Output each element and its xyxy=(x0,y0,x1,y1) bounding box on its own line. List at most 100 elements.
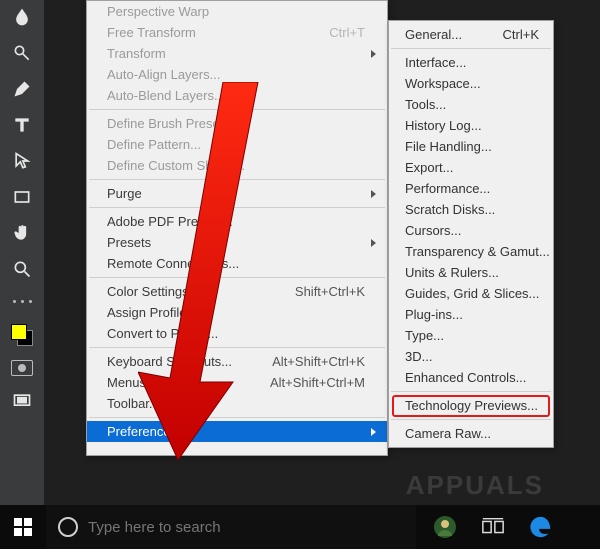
submenu-item[interactable]: Tools... xyxy=(389,94,553,115)
watermark: APPUALS xyxy=(406,470,544,501)
menu-item-label: Preferences xyxy=(107,424,177,439)
menu-item: Auto-Align Layers... xyxy=(87,64,387,85)
menu-item-shortcut: Shift+Ctrl+K xyxy=(295,284,365,299)
menu-item[interactable]: Presets xyxy=(87,232,387,253)
type-tool-icon[interactable] xyxy=(11,114,33,136)
submenu-item[interactable]: Enhanced Controls... xyxy=(389,367,553,388)
menu-separator xyxy=(391,391,551,392)
submenu-item-label: Export... xyxy=(405,160,453,175)
screen-mode-icon[interactable] xyxy=(11,390,33,412)
menu-item: Define Pattern... xyxy=(87,134,387,155)
menu-item-label: Toolbar... xyxy=(107,396,160,411)
menu-item-label: Auto-Blend Layers... xyxy=(107,88,225,103)
color-swatch[interactable] xyxy=(11,324,33,346)
task-view-icon[interactable] xyxy=(480,514,506,540)
blur-tool-icon[interactable] xyxy=(11,6,33,28)
submenu-item[interactable]: Transparency & Gamut... xyxy=(389,241,553,262)
preferences-submenu: General...Ctrl+K Interface... Workspace...… xyxy=(388,20,554,448)
menu-item-label: Define Brush Preset... xyxy=(107,116,234,131)
menu-item-label: Define Pattern... xyxy=(107,137,201,152)
submenu-item[interactable]: Technology Previews... xyxy=(389,395,553,416)
menu-separator xyxy=(89,109,385,110)
menu-separator xyxy=(89,347,385,348)
menu-item-label: Convert to Profile... xyxy=(107,326,218,341)
menu-item: Auto-Blend Layers... xyxy=(87,85,387,106)
menu-item: Define Custom Shape... xyxy=(87,155,387,176)
menu-item-label: Assign Profile... xyxy=(107,305,197,320)
menu-separator xyxy=(391,48,551,49)
menu-item-label: Purge xyxy=(107,186,142,201)
submenu-item-label: Tools... xyxy=(405,97,446,112)
quick-mask-icon[interactable] xyxy=(11,360,33,376)
submenu-item-label: Technology Previews... xyxy=(405,398,538,413)
edit-menu-dropdown: Perspective WarpFree TransformCtrl+TTran… xyxy=(86,0,388,456)
menu-item: Transform xyxy=(87,43,387,64)
menu-item[interactable]: Purge xyxy=(87,183,387,204)
submenu-item[interactable]: Workspace... xyxy=(389,73,553,94)
submenu-item-label: Transparency & Gamut... xyxy=(405,244,550,259)
submenu-item[interactable]: Interface... xyxy=(389,52,553,73)
menu-item-label: Color Settings... xyxy=(107,284,200,299)
submenu-item[interactable]: Plug-ins... xyxy=(389,304,553,325)
submenu-item[interactable]: 3D... xyxy=(389,346,553,367)
menu-separator xyxy=(89,277,385,278)
submenu-item[interactable]: Cursors... xyxy=(389,220,553,241)
hand-tool-icon[interactable] xyxy=(11,222,33,244)
submenu-item-label: Interface... xyxy=(405,55,466,70)
edge-browser-icon[interactable] xyxy=(528,514,554,540)
submenu-item-label: Camera Raw... xyxy=(405,426,491,441)
menu-item[interactable]: Menus... Alt+Shift+Ctrl+M xyxy=(87,372,387,393)
submenu-item[interactable]: File Handling... xyxy=(389,136,553,157)
submenu-item[interactable]: History Log... xyxy=(389,115,553,136)
submenu-item[interactable]: Performance... xyxy=(389,178,553,199)
menu-item[interactable]: Toolbar... xyxy=(87,393,387,414)
menu-item-shortcut: Ctrl+T xyxy=(329,25,365,40)
menu-item[interactable]: Adobe PDF Presets... xyxy=(87,211,387,232)
search-input[interactable] xyxy=(88,519,388,536)
menu-separator xyxy=(89,207,385,208)
submenu-item[interactable]: Units & Rulers... xyxy=(389,262,553,283)
submenu-item-label: Workspace... xyxy=(405,76,481,91)
submenu-item-label: Performance... xyxy=(405,181,490,196)
menu-item: Perspective Warp xyxy=(87,1,387,22)
menu-item-label: Define Custom Shape... xyxy=(107,158,245,173)
menu-item-label: Adobe PDF Presets... xyxy=(107,214,233,229)
submenu-item-label: Plug-ins... xyxy=(405,307,463,322)
menu-separator xyxy=(89,417,385,418)
zoom-tool-icon[interactable] xyxy=(11,258,33,280)
menu-item-shortcut: Alt+Shift+Ctrl+M xyxy=(270,375,365,390)
tool-palette xyxy=(0,0,44,505)
menu-item: Free TransformCtrl+T xyxy=(87,22,387,43)
menu-separator xyxy=(89,179,385,180)
submenu-item-label: Scratch Disks... xyxy=(405,202,495,217)
submenu-item-label: General... xyxy=(405,27,462,42)
submenu-item[interactable]: Scratch Disks... xyxy=(389,199,553,220)
pen-tool-icon[interactable] xyxy=(11,78,33,100)
menu-item[interactable]: Remote Connections... xyxy=(87,253,387,274)
rectangle-tool-icon[interactable] xyxy=(11,186,33,208)
submenu-item[interactable]: Type... xyxy=(389,325,553,346)
submenu-item[interactable]: Guides, Grid & Slices... xyxy=(389,283,553,304)
tool-overflow-icon[interactable] xyxy=(11,294,33,308)
submenu-item[interactable]: Export... xyxy=(389,157,553,178)
menu-item[interactable]: Assign Profile... xyxy=(87,302,387,323)
taskbar-search[interactable] xyxy=(46,505,416,549)
dodge-tool-icon[interactable] xyxy=(11,42,33,64)
taskbar-app-icon[interactable] xyxy=(432,514,458,540)
start-button[interactable] xyxy=(0,505,46,549)
submenu-item[interactable]: General...Ctrl+K xyxy=(389,24,553,45)
menu-item-label: Auto-Align Layers... xyxy=(107,67,220,82)
submenu-item-label: Guides, Grid & Slices... xyxy=(405,286,539,301)
submenu-item-label: History Log... xyxy=(405,118,482,133)
menu-item[interactable]: Preferences xyxy=(87,421,387,442)
submenu-item-label: Cursors... xyxy=(405,223,461,238)
menu-item[interactable]: Convert to Profile... xyxy=(87,323,387,344)
menu-item[interactable]: Keyboard Shortcuts...Alt+Shift+Ctrl+K xyxy=(87,351,387,372)
menu-item-label: Menus... xyxy=(107,375,157,390)
menu-item[interactable]: Color Settings... Shift+Ctrl+K xyxy=(87,281,387,302)
cortana-icon xyxy=(58,517,78,537)
path-selection-tool-icon[interactable] xyxy=(11,150,33,172)
submenu-item-label: 3D... xyxy=(405,349,432,364)
submenu-item[interactable]: Camera Raw... xyxy=(389,423,553,444)
submenu-item-label: Units & Rulers... xyxy=(405,265,499,280)
